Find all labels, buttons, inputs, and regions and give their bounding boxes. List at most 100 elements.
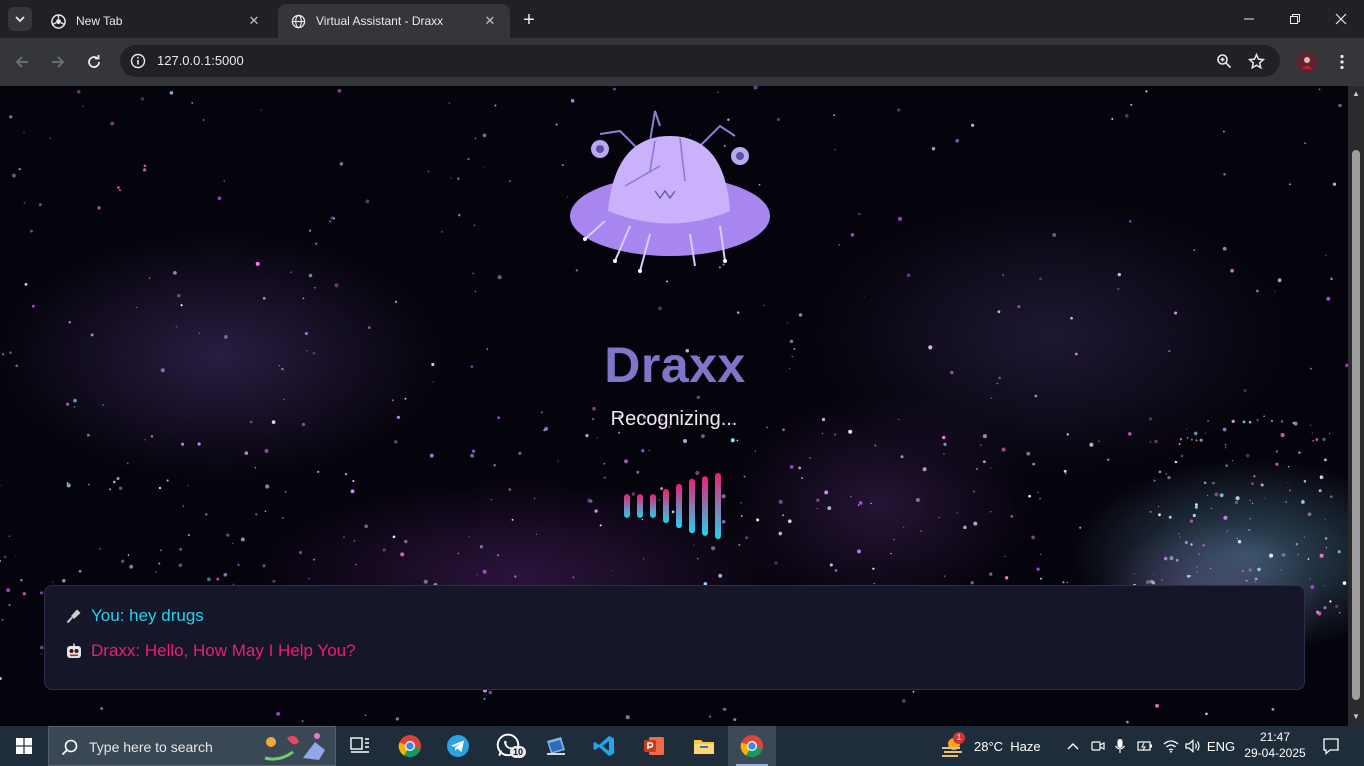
star bbox=[850, 233, 855, 237]
star bbox=[1219, 493, 1224, 498]
star bbox=[312, 558, 315, 561]
restore-button[interactable] bbox=[1272, 0, 1318, 38]
star bbox=[1205, 712, 1208, 716]
profile-avatar[interactable] bbox=[1296, 51, 1318, 73]
site-info-icon[interactable] bbox=[130, 53, 146, 69]
star bbox=[972, 490, 976, 493]
taskbar-chrome-active[interactable] bbox=[728, 726, 776, 766]
star bbox=[240, 537, 245, 542]
star bbox=[1335, 604, 1339, 608]
star bbox=[816, 498, 820, 502]
scroll-up-arrow-icon[interactable]: ▲ bbox=[1352, 90, 1360, 98]
star bbox=[970, 581, 974, 585]
folder-icon bbox=[694, 740, 714, 754]
star bbox=[657, 306, 662, 311]
star bbox=[365, 199, 370, 204]
star bbox=[66, 402, 70, 406]
star bbox=[1184, 540, 1188, 545]
browser-menu-button[interactable] bbox=[1330, 50, 1354, 74]
star bbox=[1329, 495, 1333, 499]
star bbox=[73, 406, 76, 408]
language-indicator[interactable]: ENG bbox=[1206, 726, 1236, 766]
taskbar-chrome[interactable] bbox=[386, 726, 434, 766]
tab-title: New Tab bbox=[76, 14, 123, 28]
start-button[interactable] bbox=[0, 726, 48, 766]
star bbox=[833, 433, 837, 436]
star bbox=[596, 437, 598, 439]
chat-box: You: hey drugs Draxx: Hello, How May I H… bbox=[44, 585, 1305, 690]
task-view-button[interactable] bbox=[336, 726, 384, 766]
star bbox=[314, 287, 316, 289]
star bbox=[1179, 536, 1181, 538]
show-hidden-icons-button[interactable] bbox=[1062, 726, 1084, 766]
star bbox=[472, 272, 474, 275]
minimize-button[interactable] bbox=[1226, 0, 1272, 38]
close-window-button[interactable] bbox=[1318, 0, 1364, 38]
volume-icon[interactable] bbox=[1182, 726, 1204, 766]
back-button[interactable] bbox=[8, 48, 36, 76]
bookmark-star-icon[interactable] bbox=[1247, 52, 1265, 70]
wifi-icon[interactable] bbox=[1160, 726, 1182, 766]
taskbar-clock[interactable]: 21:47 29-04-2025 bbox=[1240, 729, 1310, 761]
star bbox=[264, 510, 267, 513]
star bbox=[1149, 579, 1154, 584]
star bbox=[458, 213, 461, 217]
star bbox=[1157, 505, 1160, 507]
star bbox=[22, 592, 26, 596]
star bbox=[931, 147, 936, 151]
star bbox=[1158, 513, 1161, 517]
star bbox=[643, 558, 645, 560]
star bbox=[1235, 496, 1240, 501]
taskbar-powerpoint[interactable] bbox=[630, 726, 678, 766]
tab-search-button[interactable] bbox=[8, 7, 32, 31]
meet-now-icon[interactable] bbox=[1088, 726, 1108, 766]
taskbar-file-explorer[interactable] bbox=[680, 726, 728, 766]
star bbox=[100, 707, 104, 710]
close-icon[interactable]: ✕ bbox=[482, 13, 498, 29]
taskbar-search-box[interactable]: Type here to search bbox=[48, 726, 336, 766]
scrollbar-thumb[interactable] bbox=[1352, 150, 1360, 700]
page-scrollbar[interactable]: ▲ ▼ bbox=[1348, 86, 1364, 726]
close-icon[interactable]: ✕ bbox=[246, 13, 262, 29]
taskbar-telegram[interactable] bbox=[434, 726, 482, 766]
taskbar-vscode[interactable] bbox=[580, 726, 628, 766]
tab-virtual-assistant[interactable]: Virtual Assistant - Draxx ✕ bbox=[278, 4, 510, 38]
star bbox=[1193, 249, 1195, 251]
zoom-icon[interactable] bbox=[1215, 52, 1233, 70]
star bbox=[1052, 233, 1057, 237]
star bbox=[870, 502, 872, 505]
notification-center-button[interactable] bbox=[1316, 726, 1346, 766]
star bbox=[355, 563, 357, 566]
reload-button[interactable] bbox=[80, 48, 108, 76]
forward-button[interactable] bbox=[44, 48, 72, 76]
star bbox=[82, 105, 84, 107]
star bbox=[922, 467, 927, 472]
battery-icon[interactable] bbox=[1134, 726, 1156, 766]
star bbox=[395, 717, 400, 721]
new-tab-button[interactable]: + bbox=[517, 8, 541, 32]
star bbox=[897, 108, 901, 112]
star bbox=[1329, 600, 1332, 603]
star bbox=[1106, 458, 1110, 461]
scroll-down-arrow-icon[interactable]: ▼ bbox=[1352, 713, 1360, 721]
star bbox=[198, 332, 200, 334]
address-bar[interactable]: 127.0.0.1:5000 bbox=[120, 45, 1280, 77]
star bbox=[1203, 481, 1207, 485]
taskbar-vm-app[interactable] bbox=[532, 726, 580, 766]
star bbox=[1194, 505, 1198, 509]
star bbox=[1303, 480, 1307, 483]
star bbox=[308, 229, 312, 232]
telegram-icon bbox=[447, 735, 469, 757]
tab-new-tab[interactable]: New Tab ✕ bbox=[38, 4, 274, 38]
star bbox=[623, 459, 629, 464]
windows-taskbar: Type here to search 10 1 28°C Haze ENG 2… bbox=[0, 726, 1364, 766]
weather-widget[interactable]: 1 28°C Haze bbox=[940, 726, 1041, 766]
microphone-tray-icon[interactable] bbox=[1110, 726, 1130, 766]
star bbox=[1319, 553, 1324, 558]
star bbox=[873, 582, 875, 585]
star bbox=[441, 231, 443, 233]
url-text[interactable]: 127.0.0.1:5000 bbox=[157, 53, 244, 68]
star bbox=[1325, 254, 1327, 256]
star bbox=[1242, 420, 1246, 424]
taskbar-whatsapp[interactable]: 10 bbox=[484, 726, 532, 766]
